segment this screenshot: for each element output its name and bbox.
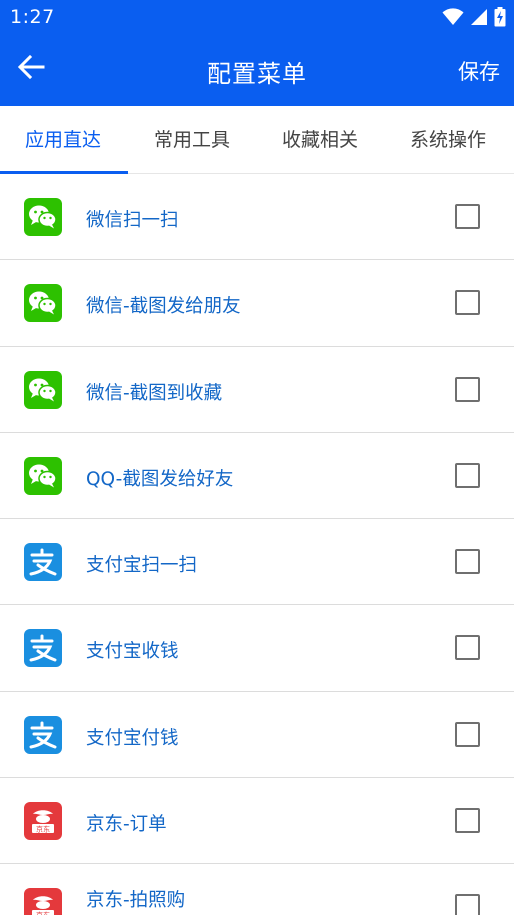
page-title: 配置菜单	[207, 60, 307, 88]
menu-item-list: 微信扫一扫 微信-截图发给朋友 微信-截图到收藏 QQ-截图发给好友 支付宝扫一…	[0, 174, 514, 915]
item-label: 微信-截图到收藏	[86, 382, 223, 404]
jd-icon: 京东	[24, 802, 62, 841]
status-time: 1:27	[10, 6, 55, 28]
save-button[interactable]: 保存	[458, 56, 500, 86]
item-label: 京东-拍照购	[86, 890, 186, 912]
item-checkbox[interactable]	[455, 290, 480, 316]
jd-icon: 京东	[24, 888, 62, 915]
item-checkbox[interactable]	[455, 721, 480, 747]
wechat-icon	[24, 284, 62, 323]
tab-favorites[interactable]: 收藏相关	[282, 106, 358, 173]
alipay-icon	[24, 629, 62, 668]
item-checkbox[interactable]	[455, 462, 480, 488]
list-item[interactable]: 微信扫一扫	[0, 174, 514, 261]
list-item[interactable]: 微信-截图到收藏	[0, 346, 514, 433]
signal-icon	[471, 9, 487, 25]
item-label: QQ-截图发给好友	[86, 468, 234, 490]
wechat-icon	[24, 198, 62, 236]
item-checkbox[interactable]	[455, 376, 480, 402]
item-checkbox[interactable]	[455, 894, 480, 915]
alipay-icon	[24, 543, 62, 582]
item-checkbox[interactable]	[455, 549, 480, 575]
tab-common-tools[interactable]: 常用工具	[154, 106, 230, 173]
list-item[interactable]: 京东 京东-订单	[0, 778, 514, 865]
item-label: 京东-订单	[86, 814, 167, 836]
list-item[interactable]: 支付宝付钱	[0, 691, 514, 779]
list-item[interactable]: 支付宝收钱	[0, 605, 514, 692]
status-bar: 1:27	[0, 0, 514, 34]
item-label: 支付宝付钱	[86, 727, 179, 749]
tab-app-shortcuts[interactable]: 应用直达	[25, 106, 101, 173]
item-label: 支付宝扫一扫	[86, 555, 198, 577]
wifi-icon	[442, 8, 464, 25]
tab-bar: 应用直达 常用工具 收藏相关 系统操作	[0, 106, 514, 174]
battery-charging-icon	[494, 7, 506, 27]
alipay-icon	[24, 715, 62, 754]
jd-icon-text: 京东	[36, 911, 50, 915]
list-item[interactable]: 支付宝扫一扫	[0, 519, 514, 606]
item-checkbox[interactable]	[455, 635, 480, 661]
jd-icon-text: 京东	[36, 825, 50, 834]
item-label: 支付宝收钱	[86, 641, 179, 663]
item-label: 微信扫一扫	[86, 210, 179, 231]
item-label: 微信-截图发给朋友	[86, 296, 241, 318]
tab-system-operations[interactable]: 系统操作	[410, 106, 486, 173]
list-item[interactable]: QQ-截图发给好友	[0, 432, 514, 520]
wechat-icon	[24, 370, 62, 409]
wechat-icon	[24, 456, 62, 495]
system-icons	[442, 7, 506, 27]
list-item[interactable]: 京东 京东-拍照购	[0, 864, 514, 915]
item-checkbox[interactable]	[455, 204, 480, 229]
item-checkbox[interactable]	[455, 808, 480, 834]
app-bar: 配置菜单 保存	[0, 34, 514, 106]
list-item[interactable]: 微信-截图发给朋友	[0, 260, 514, 347]
